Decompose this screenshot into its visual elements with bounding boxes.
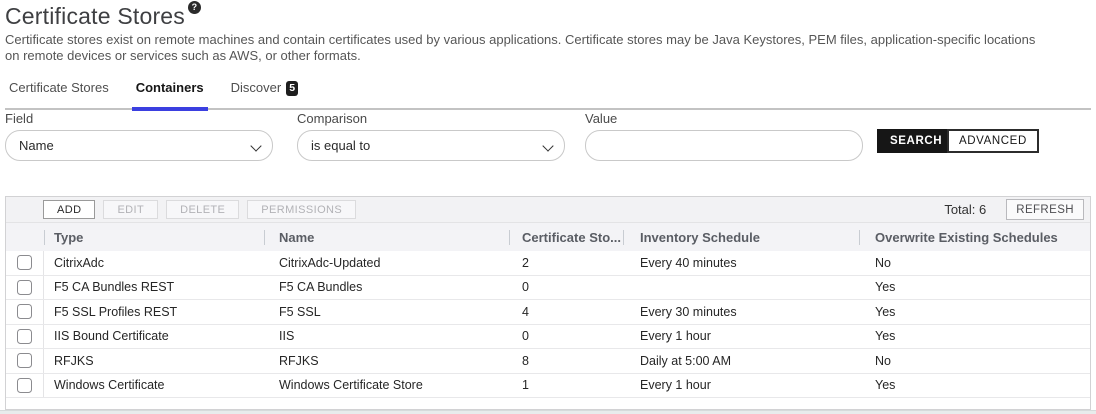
row-type: CitrixAdc <box>44 251 264 275</box>
table-row[interactable]: Windows CertificateWindows Certificate S… <box>6 374 1090 399</box>
delete-button[interactable]: DELETE <box>166 200 239 219</box>
column-header-type: Type <box>44 223 264 251</box>
discover-count-badge: 5 <box>286 81 298 96</box>
tab-bar: Certificate Stores Containers Discover 5 <box>5 77 1091 110</box>
value-filter-group: Value <box>585 111 863 161</box>
search-button[interactable]: SEARCH <box>877 129 955 153</box>
table-row[interactable]: RFJKSRFJKS8Daily at 5:00 AMNo <box>6 349 1090 374</box>
tab-containers[interactable]: Containers <box>132 77 208 108</box>
row-inventory-schedule: Every 1 hour <box>623 325 859 349</box>
row-overwrite: Yes <box>859 325 1090 349</box>
advanced-button[interactable]: ADVANCED <box>947 129 1039 153</box>
row-cert-count: 1 <box>509 374 623 398</box>
add-button[interactable]: ADD <box>43 200 95 219</box>
row-checkbox-cell <box>6 276 44 300</box>
comparison-label: Comparison <box>297 111 565 126</box>
edit-button[interactable]: EDIT <box>103 200 158 219</box>
certificate-stores-page: Certificate Stores? Certificate stores e… <box>0 0 1096 414</box>
table-header-row: Type Name Certificate Sto... Inventory S… <box>6 223 1090 251</box>
row-checkbox-cell <box>6 349 44 373</box>
row-type: RFJKS <box>44 349 264 373</box>
row-cert-count: 8 <box>509 349 623 373</box>
row-cert-count: 0 <box>509 325 623 349</box>
comparison-select[interactable]: is equal to <box>297 130 565 161</box>
row-checkbox-cell <box>6 325 44 349</box>
table-row[interactable]: F5 CA Bundles RESTF5 CA Bundles0 Yes <box>6 276 1090 301</box>
header-checkbox-cell <box>6 223 44 251</box>
tab-certificate-stores[interactable]: Certificate Stores <box>5 77 113 108</box>
value-input[interactable] <box>585 130 863 161</box>
row-inventory-schedule: Daily at 5:00 AM <box>623 349 859 373</box>
tab-discover-label: Discover <box>231 80 282 95</box>
total-count: Total: 6 <box>944 202 998 217</box>
row-checkbox-cell <box>6 251 44 275</box>
table-row[interactable]: CitrixAdcCitrixAdc-Updated2Every 40 minu… <box>6 251 1090 276</box>
row-checkbox[interactable] <box>17 255 32 270</box>
row-overwrite: No <box>859 349 1090 373</box>
row-type: F5 CA Bundles REST <box>44 276 264 300</box>
row-cert-count: 4 <box>509 300 623 324</box>
table-row[interactable]: F5 SSL Profiles RESTF5 SSL4Every 30 minu… <box>6 300 1090 325</box>
row-overwrite: Yes <box>859 374 1090 398</box>
comparison-filter-group: Comparison is equal to <box>297 111 565 161</box>
field-select[interactable]: Name <box>5 130 273 161</box>
row-name: IIS <box>264 325 509 349</box>
row-type: IIS Bound Certificate <box>44 325 264 349</box>
page-title-text: Certificate Stores <box>5 3 185 29</box>
row-name: F5 SSL <box>264 300 509 324</box>
row-type: F5 SSL Profiles REST <box>44 300 264 324</box>
row-checkbox[interactable] <box>17 378 32 393</box>
row-inventory-schedule: Every 1 hour <box>623 374 859 398</box>
page-title: Certificate Stores? <box>5 1 201 30</box>
column-header-overwrite-existing-schedules: Overwrite Existing Schedules <box>859 223 1090 251</box>
table-toolbar: ADD EDIT DELETE PERMISSIONS Total: 6 REF… <box>6 197 1090 223</box>
row-name: F5 CA Bundles <box>264 276 509 300</box>
row-name: RFJKS <box>264 349 509 373</box>
field-filter-group: Field Name <box>5 111 273 161</box>
row-checkbox[interactable] <box>17 329 32 344</box>
column-header-inventory-schedule: Inventory Schedule <box>623 223 859 251</box>
field-label: Field <box>5 111 273 126</box>
row-name: Windows Certificate Store <box>264 374 509 398</box>
row-overwrite: No <box>859 251 1090 275</box>
row-cert-count: 0 <box>509 276 623 300</box>
row-name: CitrixAdc-Updated <box>264 251 509 275</box>
containers-table: ADD EDIT DELETE PERMISSIONS Total: 6 REF… <box>5 196 1091 410</box>
column-header-name: Name <box>264 223 509 251</box>
row-type: Windows Certificate <box>44 374 264 398</box>
table-body: CitrixAdcCitrixAdc-Updated2Every 40 minu… <box>6 251 1090 398</box>
row-checkbox[interactable] <box>17 304 32 319</box>
refresh-button[interactable]: REFRESH <box>1006 199 1084 220</box>
table-row[interactable]: IIS Bound CertificateIIS0Every 1 hourYes <box>6 325 1090 350</box>
row-inventory-schedule <box>623 276 859 300</box>
permissions-button[interactable]: PERMISSIONS <box>247 200 356 219</box>
column-header-certificate-stores: Certificate Sto... <box>509 223 623 251</box>
row-cert-count: 2 <box>509 251 623 275</box>
row-overwrite: Yes <box>859 300 1090 324</box>
footer-strip <box>0 410 1096 414</box>
row-checkbox-cell <box>6 300 44 324</box>
row-checkbox[interactable] <box>17 280 32 295</box>
help-icon[interactable]: ? <box>188 1 201 14</box>
row-checkbox-cell <box>6 374 44 398</box>
tab-discover[interactable]: Discover 5 <box>227 77 302 108</box>
row-overwrite: Yes <box>859 276 1090 300</box>
row-inventory-schedule: Every 30 minutes <box>623 300 859 324</box>
value-label: Value <box>585 111 863 126</box>
row-inventory-schedule: Every 40 minutes <box>623 251 859 275</box>
row-checkbox[interactable] <box>17 353 32 368</box>
page-description: Certificate stores exist on remote machi… <box>5 32 1050 63</box>
